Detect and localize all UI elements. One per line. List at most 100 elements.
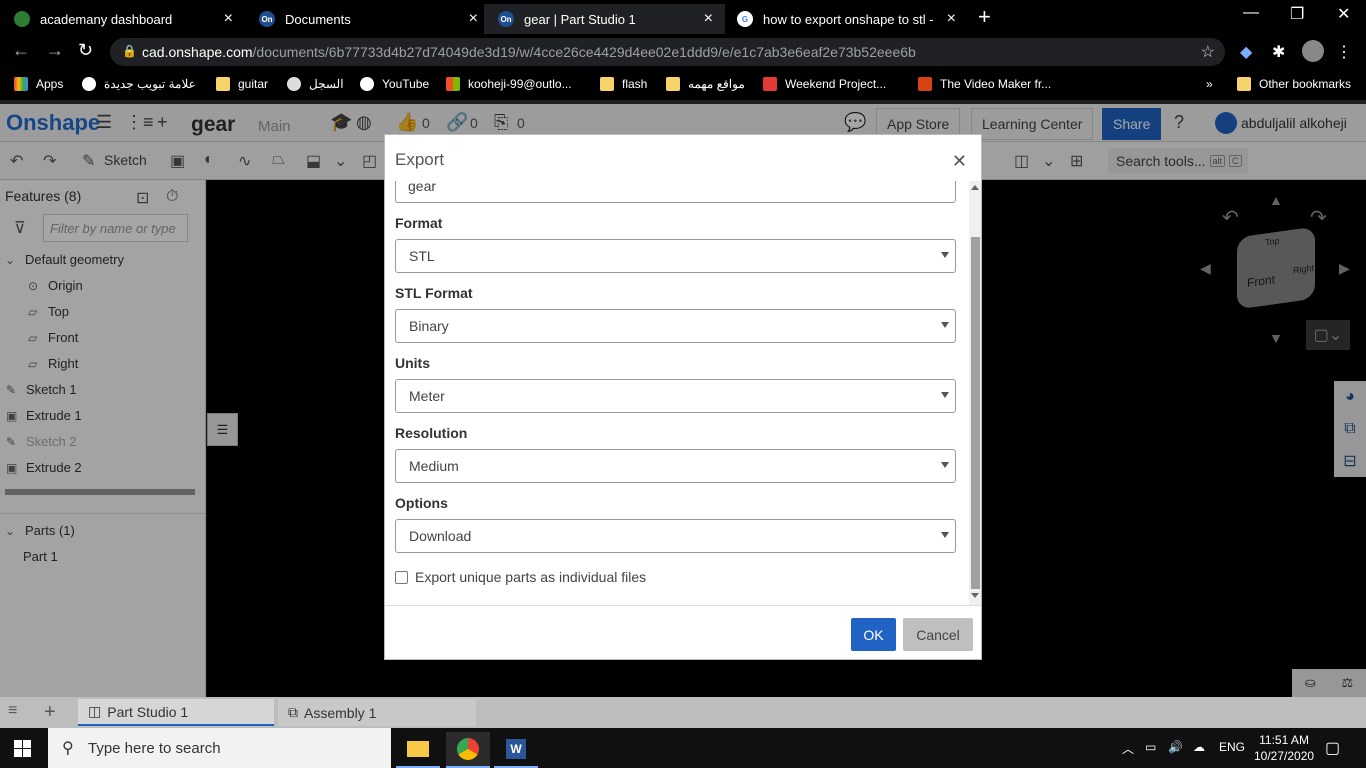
puzzle-icon[interactable]: ✱	[1272, 42, 1285, 62]
bottom-tab-bar: ≡ + ◫ Part Studio 1 ⧉ Assembly 1	[0, 697, 1366, 728]
chevron-down-icon	[941, 252, 949, 258]
bookmark-newtab[interactable]: علامة تبويب جديدة	[82, 77, 196, 91]
resolution-select[interactable]: Medium	[395, 449, 956, 483]
reload-icon[interactable]: ↻	[78, 40, 93, 61]
tab-title: Documents	[285, 11, 351, 27]
chrome-icon[interactable]	[446, 732, 490, 768]
units-select[interactable]: Meter	[395, 379, 956, 413]
bookmark-label: The Video Maker fr...	[940, 77, 1052, 91]
menu-icon[interactable]: ⋮	[1336, 42, 1352, 62]
search-icon: ⚲	[62, 740, 74, 757]
star-icon[interactable]: ☆	[1201, 42, 1215, 62]
notifications-icon[interactable]: ▢	[1325, 738, 1340, 758]
bookmark-flash[interactable]: flash	[600, 77, 647, 91]
onshape-favicon-icon: On	[259, 11, 275, 27]
minimize-icon[interactable]: —	[1243, 4, 1259, 22]
bookmark-label: kooheji-99@outlo...	[468, 77, 572, 91]
back-icon[interactable]: ←	[12, 40, 30, 61]
bookmark-sites[interactable]: مواقع مهمه	[666, 77, 745, 91]
forward-icon[interactable]: →	[46, 40, 64, 61]
close-icon[interactable]: ✕	[952, 151, 967, 172]
clock-time: 11:51 AM	[1259, 733, 1309, 747]
bookmark-label: guitar	[238, 77, 269, 91]
tab-manager-icon[interactable]: ≡	[8, 702, 17, 720]
unique-parts-row[interactable]: Export unique parts as individual files	[395, 569, 646, 585]
window-close-icon[interactable]: ✕	[1337, 4, 1350, 24]
format-label: Format	[395, 215, 443, 231]
bookmark-apps[interactable]: Apps	[14, 77, 63, 91]
resolution-label: Resolution	[395, 425, 468, 441]
bookmark-guitar[interactable]: guitar	[216, 77, 268, 91]
close-icon[interactable]: ×	[469, 10, 478, 28]
browser-tab-academany[interactable]: academany dashboard ×	[0, 4, 245, 34]
unique-parts-checkbox[interactable]	[395, 570, 408, 584]
browser-tab-google[interactable]: G how to export onshape to stl - G ×	[723, 4, 968, 34]
chevron-down-icon	[941, 322, 949, 328]
assembly-icon: ⧉	[288, 704, 298, 720]
stl-format-select[interactable]: Binary	[395, 309, 956, 343]
profile-avatar[interactable]	[1302, 40, 1324, 62]
format-select[interactable]: STL	[395, 239, 956, 273]
history-icon	[287, 77, 301, 91]
onshape-favicon-icon: On	[498, 11, 514, 27]
export-name-input[interactable]: gear	[395, 181, 956, 203]
onedrive-icon[interactable]: ☁	[1193, 740, 1205, 754]
scroll-down-icon[interactable]	[971, 593, 979, 598]
new-tab-button[interactable]: +	[978, 4, 991, 30]
dialog-scrollbar[interactable]	[969, 181, 981, 605]
bookmark-label: مواقع مهمه	[688, 77, 745, 91]
word-icon[interactable]: W	[494, 732, 538, 768]
tray-chevron-icon[interactable]: ︿	[1122, 740, 1134, 757]
close-icon[interactable]: ×	[704, 10, 713, 28]
ok-button[interactable]: OK	[851, 618, 896, 651]
close-icon[interactable]: ×	[224, 10, 233, 28]
apps-grid-icon	[14, 77, 28, 91]
chevron-down-icon	[941, 532, 949, 538]
url-field[interactable]: 🔒 cad.onshape.com/documents/6b77733d4b27…	[110, 38, 1225, 66]
folder-icon	[666, 77, 680, 91]
bookmark-videomaker[interactable]: The Video Maker fr...	[918, 77, 1051, 91]
windows-start-icon[interactable]	[14, 740, 32, 758]
close-icon[interactable]: ×	[947, 10, 956, 28]
scroll-up-icon[interactable]	[971, 185, 979, 190]
bookmark-label: YouTube	[382, 77, 430, 91]
academany-favicon-icon	[14, 11, 30, 27]
url-domain: cad.onshape.com	[142, 44, 253, 60]
bookmark-other[interactable]: Other bookmarks	[1237, 77, 1351, 91]
volume-icon[interactable]: 🔊	[1168, 740, 1183, 754]
format-value: STL	[409, 248, 435, 264]
stl-format-value: Binary	[409, 318, 449, 334]
chevron-down-icon	[941, 462, 949, 468]
videomaker-icon	[918, 77, 932, 91]
dialog-body: gear Format STL STL Format Binary Units …	[385, 181, 969, 605]
bookmarks-overflow[interactable]: »	[1206, 77, 1213, 91]
restore-icon[interactable]: ❐	[1290, 4, 1304, 24]
dialog-title: Export	[395, 150, 445, 169]
bookmark-label: السجل	[309, 77, 344, 91]
bookmark-outlook[interactable]: kooheji-99@outlo...	[446, 77, 572, 91]
bookmark-weekend[interactable]: Weekend Project...	[763, 77, 886, 91]
file-explorer-icon[interactable]	[396, 732, 440, 768]
browser-tab-gear[interactable]: On gear | Part Studio 1 ×	[484, 4, 725, 34]
browser-tab-documents[interactable]: On Documents ×	[245, 4, 490, 34]
units-label: Units	[395, 355, 430, 371]
folder-icon	[216, 77, 230, 91]
battery-icon[interactable]: ▭	[1145, 740, 1156, 754]
tab-part-studio-1[interactable]: ◫ Part Studio 1	[78, 699, 274, 726]
extension-icon[interactable]: ◆	[1240, 42, 1252, 62]
resolution-value: Medium	[409, 458, 459, 474]
tab-label: Assembly 1	[304, 704, 377, 721]
stl-format-label: STL Format	[395, 285, 473, 301]
language-indicator[interactable]: ENG	[1219, 740, 1245, 754]
bookmark-history[interactable]: السجل	[287, 77, 344, 91]
scroll-thumb[interactable]	[971, 237, 980, 589]
bookmark-youtube[interactable]: YouTube	[360, 77, 429, 91]
bookmarks-bar: Apps علامة تبويب جديدة guitar السجل YouT…	[0, 70, 1366, 100]
add-tab-icon[interactable]: +	[44, 701, 56, 724]
taskbar-search-input[interactable]: ⚲ Type here to search	[48, 728, 391, 768]
options-select[interactable]: Download	[395, 519, 956, 553]
cancel-button[interactable]: Cancel	[903, 618, 973, 651]
tab-assembly-1[interactable]: ⧉ Assembly 1	[278, 699, 476, 726]
taskbar-clock[interactable]: 11:51 AM 10/27/2020	[1254, 732, 1314, 764]
folder-icon	[1237, 77, 1251, 91]
